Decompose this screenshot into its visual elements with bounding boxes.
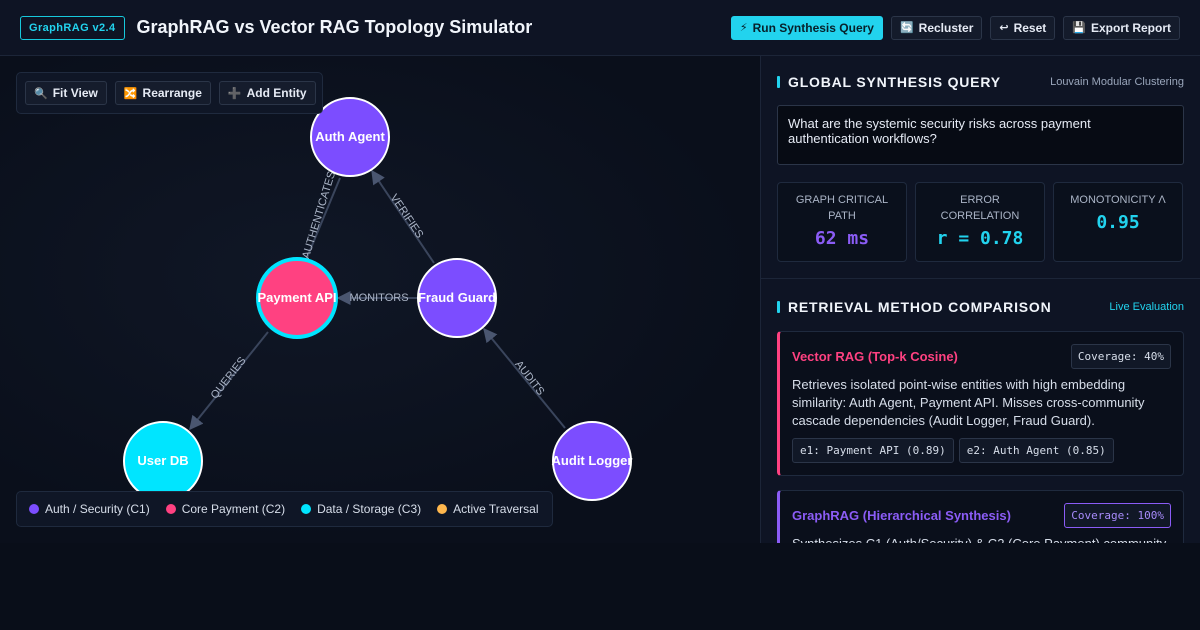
- comparison-section: RETRIEVAL METHOD COMPARISON Live Evaluat…: [761, 278, 1200, 543]
- vector-rag-card[interactable]: Vector RAG (Top-k Cosine) Coverage: 40% …: [777, 331, 1184, 476]
- node-audit-logger[interactable]: Audit Logger: [552, 421, 633, 501]
- fit-view-label: Fit View: [52, 86, 98, 100]
- node-fraud-guard[interactable]: Fraud Guard: [417, 258, 497, 338]
- graphrag-title: GraphRAG (Hierarchical Synthesis): [792, 508, 1011, 523]
- metric-critical-path-value: 62 ms: [814, 228, 870, 249]
- page-title: GraphRAG vs Vector RAG Topology Simulato…: [136, 17, 533, 37]
- legend-label-auth: Auth / Security (C1): [45, 502, 150, 516]
- legend-item-auth: Auth / Security (C1): [29, 502, 150, 516]
- vector-rag-description: Retrieves isolated point-wise entities w…: [792, 377, 1145, 428]
- reset-button[interactable]: ↩ Reset: [990, 15, 1056, 40]
- legend-item-active: Active Traversal: [437, 502, 538, 516]
- comparison-title: RETRIEVAL METHOD COMPARISON: [777, 299, 1052, 315]
- export-report-label: Export Report: [1090, 20, 1171, 35]
- edge-label-queries: QUERIES: [209, 355, 249, 401]
- fit-view-button[interactable]: 🔍 Fit View: [25, 81, 107, 105]
- comparison-header: RETRIEVAL METHOD COMPARISON Live Evaluat…: [777, 297, 1184, 317]
- lightning-icon: ⚡: [739, 22, 748, 34]
- export-report-button[interactable]: 💾 Export Report: [1063, 15, 1180, 40]
- reset-label: Reset: [1013, 20, 1047, 35]
- legend-dot-payment: [165, 504, 176, 514]
- node-user-db[interactable]: User DB: [123, 421, 203, 501]
- app-header: GraphRAG v2.4 GraphRAG vs Vector RAG Top…: [0, 0, 1200, 56]
- entity-chip[interactable]: e1: Payment API (0.89): [792, 438, 954, 463]
- metric-error-correlation: ERROR CORRELATION r = 0.78: [915, 182, 1045, 262]
- graphrag-card-header: GraphRAG (Hierarchical Synthesis) Covera…: [792, 503, 1171, 528]
- vector-rag-title: Vector RAG (Top-k Cosine): [792, 349, 958, 364]
- clustering-method: Louvain Modular Clustering: [1050, 76, 1184, 88]
- vector-rag-coverage-badge: Coverage: 40%: [1070, 344, 1171, 369]
- graphrag-coverage-badge: Coverage: 100%: [1064, 503, 1171, 528]
- plus-icon: ➕: [227, 87, 242, 100]
- entity-chip[interactable]: e2: Auth Agent (0.85): [958, 438, 1114, 463]
- page-background: [0, 543, 1200, 630]
- legend-item-data: Data / Storage (C3): [301, 502, 421, 516]
- add-entity-label: Add Entity: [246, 86, 307, 100]
- graph-toolbar: 🔍 Fit View 🔀 Rearrange ➕ Add Entity: [16, 72, 323, 114]
- legend-label-payment: Core Payment (C2): [181, 502, 286, 516]
- refresh-icon: 🔄: [899, 22, 914, 34]
- legend-dot-active: [437, 504, 448, 514]
- legend-label-data: Data / Storage (C3): [317, 502, 422, 516]
- magnifier-icon: 🔍: [34, 87, 48, 100]
- node-label-fraud-guard: Fraud Guard: [418, 290, 496, 305]
- graphrag-description: Synthesizes C1 (Auth/Security) & C2 (Cor…: [792, 535, 1171, 543]
- analysis-panel: GLOBAL SYNTHESIS QUERY Louvain Modular C…: [760, 56, 1200, 543]
- metric-monotonicity-label: MONOTONICITY Λ: [1070, 194, 1166, 206]
- shuffle-icon: 🔀: [123, 87, 138, 100]
- synthesis-query-input[interactable]: What are the systemic security risks acr…: [777, 105, 1184, 165]
- rearrange-button[interactable]: 🔀 Rearrange: [114, 81, 211, 105]
- cluster-legend: Auth / Security (C1) Core Payment (C2) D…: [16, 491, 553, 527]
- node-label-user-db: User DB: [137, 453, 188, 468]
- run-synthesis-query-label: Run Synthesis Query: [752, 20, 874, 35]
- run-synthesis-query-button[interactable]: ⚡ Run Synthesis Query: [730, 15, 883, 40]
- edge-label-authenticates: AUTHENTICATES: [300, 170, 338, 260]
- node-payment-api[interactable]: Payment API: [256, 257, 338, 339]
- version-badge: GraphRAG v2.4: [20, 15, 125, 40]
- node-label-audit-logger: Audit Logger: [552, 453, 633, 468]
- vector-rag-entities: e1: Payment API (0.89) e2: Auth Agent (0…: [792, 438, 1171, 463]
- legend-label-active: Active Traversal: [453, 502, 539, 516]
- legend-item-payment: Core Payment (C2): [165, 502, 286, 516]
- node-label-payment-api: Payment API: [258, 290, 337, 305]
- node-label-auth-agent: Auth Agent: [315, 129, 385, 144]
- vector-rag-card-header: Vector RAG (Top-k Cosine) Coverage: 40%: [792, 344, 1171, 369]
- graphrag-card[interactable]: GraphRAG (Hierarchical Synthesis) Covera…: [777, 490, 1184, 543]
- undo-icon: ↩: [999, 22, 1009, 34]
- metric-error-correlation-value: r = 0.78: [936, 228, 1024, 249]
- live-evaluation-status: Live Evaluation: [1109, 301, 1184, 313]
- save-icon: 💾: [1072, 22, 1086, 34]
- legend-dot-data: [301, 504, 312, 514]
- metric-critical-path-label: GRAPH CRITICAL PATH: [795, 194, 889, 222]
- recluster-button[interactable]: 🔄 Recluster: [890, 15, 983, 40]
- edge-label-verifies: VERIFIES: [387, 192, 425, 240]
- edge-label-monitors: MONITORS: [349, 292, 408, 304]
- metric-error-correlation-label: ERROR CORRELATION: [940, 194, 1020, 222]
- synthesis-section: GLOBAL SYNTHESIS QUERY Louvain Modular C…: [761, 56, 1200, 278]
- synthesis-header: GLOBAL SYNTHESIS QUERY Louvain Modular C…: [777, 72, 1184, 92]
- rearrange-label: Rearrange: [142, 86, 202, 100]
- topology-graph[interactable]: AUTHENTICATES VERIFIES MONITORS QUERIES …: [0, 56, 760, 543]
- synthesis-title: GLOBAL SYNTHESIS QUERY: [777, 74, 1001, 90]
- graph-canvas[interactable]: AUTHENTICATES VERIFIES MONITORS QUERIES …: [0, 56, 760, 543]
- add-entity-button[interactable]: ➕ Add Entity: [218, 81, 316, 105]
- recluster-label: Recluster: [918, 20, 974, 35]
- metric-monotonicity-value: 0.95: [1096, 212, 1140, 233]
- header-actions: ⚡ Run Synthesis Query 🔄 Recluster ↩ Rese…: [730, 15, 1180, 40]
- edge-label-audits: AUDITS: [512, 359, 546, 398]
- metric-critical-path: GRAPH CRITICAL PATH 62 ms: [777, 182, 907, 262]
- metric-monotonicity: MONOTONICITY Λ 0.95: [1053, 182, 1183, 262]
- metrics-row: GRAPH CRITICAL PATH 62 ms ERROR CORRELAT…: [777, 182, 1184, 262]
- legend-dot-auth: [29, 504, 39, 514]
